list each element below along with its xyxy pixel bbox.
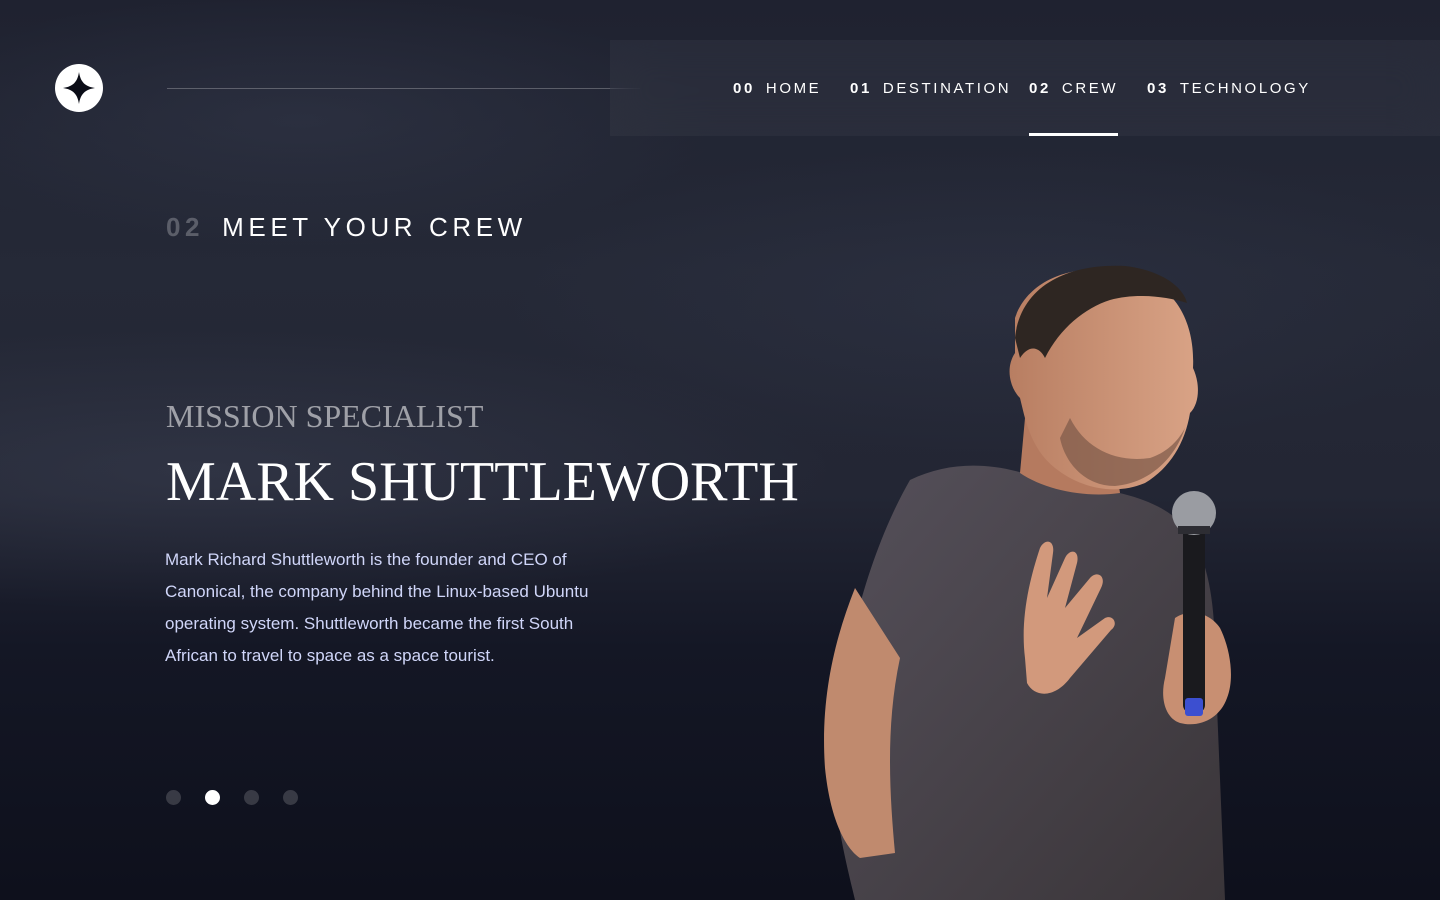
- star-logo-icon: [63, 72, 95, 104]
- nav-item-label: HOME: [765, 79, 822, 97]
- header-divider: [167, 88, 640, 89]
- crew-bio: Mark Richard Shuttleworth is the founder…: [165, 550, 589, 665]
- nav-item-destination[interactable]: 01 DESTINATION: [850, 40, 1011, 136]
- page-title-text: MEET YOUR CREW: [222, 212, 527, 242]
- nav-item-label: DESTINATION: [882, 79, 1012, 97]
- nav-item-label: CREW: [1061, 79, 1119, 97]
- nav-item-label: TECHNOLOGY: [1179, 79, 1311, 97]
- pagination-dot-4[interactable]: [283, 790, 298, 805]
- crew-pagination: [166, 790, 298, 805]
- nav-item-number: 02: [1029, 79, 1051, 97]
- crew-role: Mission Specialist: [166, 398, 484, 434]
- nav-item-crew[interactable]: 02 CREW: [1029, 40, 1119, 136]
- nav-item-home[interactable]: 00 HOME: [733, 40, 821, 136]
- main-nav: 00 HOME 01 DESTINATION 02 CREW 03 TECHNO…: [610, 40, 1440, 136]
- pagination-dot-3[interactable]: [244, 790, 259, 805]
- page-title-number: 02: [166, 212, 205, 242]
- nav-item-technology[interactable]: 03 TECHNOLOGY: [1147, 40, 1311, 136]
- nav-item-number: 00: [733, 79, 755, 97]
- crew-portrait: [824, 265, 1231, 900]
- nav-item-number: 03: [1147, 79, 1169, 97]
- page-title: 02 MEET YOUR CREW: [166, 212, 527, 243]
- pagination-dot-2[interactable]: [205, 790, 220, 805]
- pagination-dot-1[interactable]: [166, 790, 181, 805]
- nav-item-number: 01: [850, 79, 872, 97]
- crew-name: Mark Shuttleworth: [166, 451, 799, 513]
- logo-icon[interactable]: [55, 64, 103, 112]
